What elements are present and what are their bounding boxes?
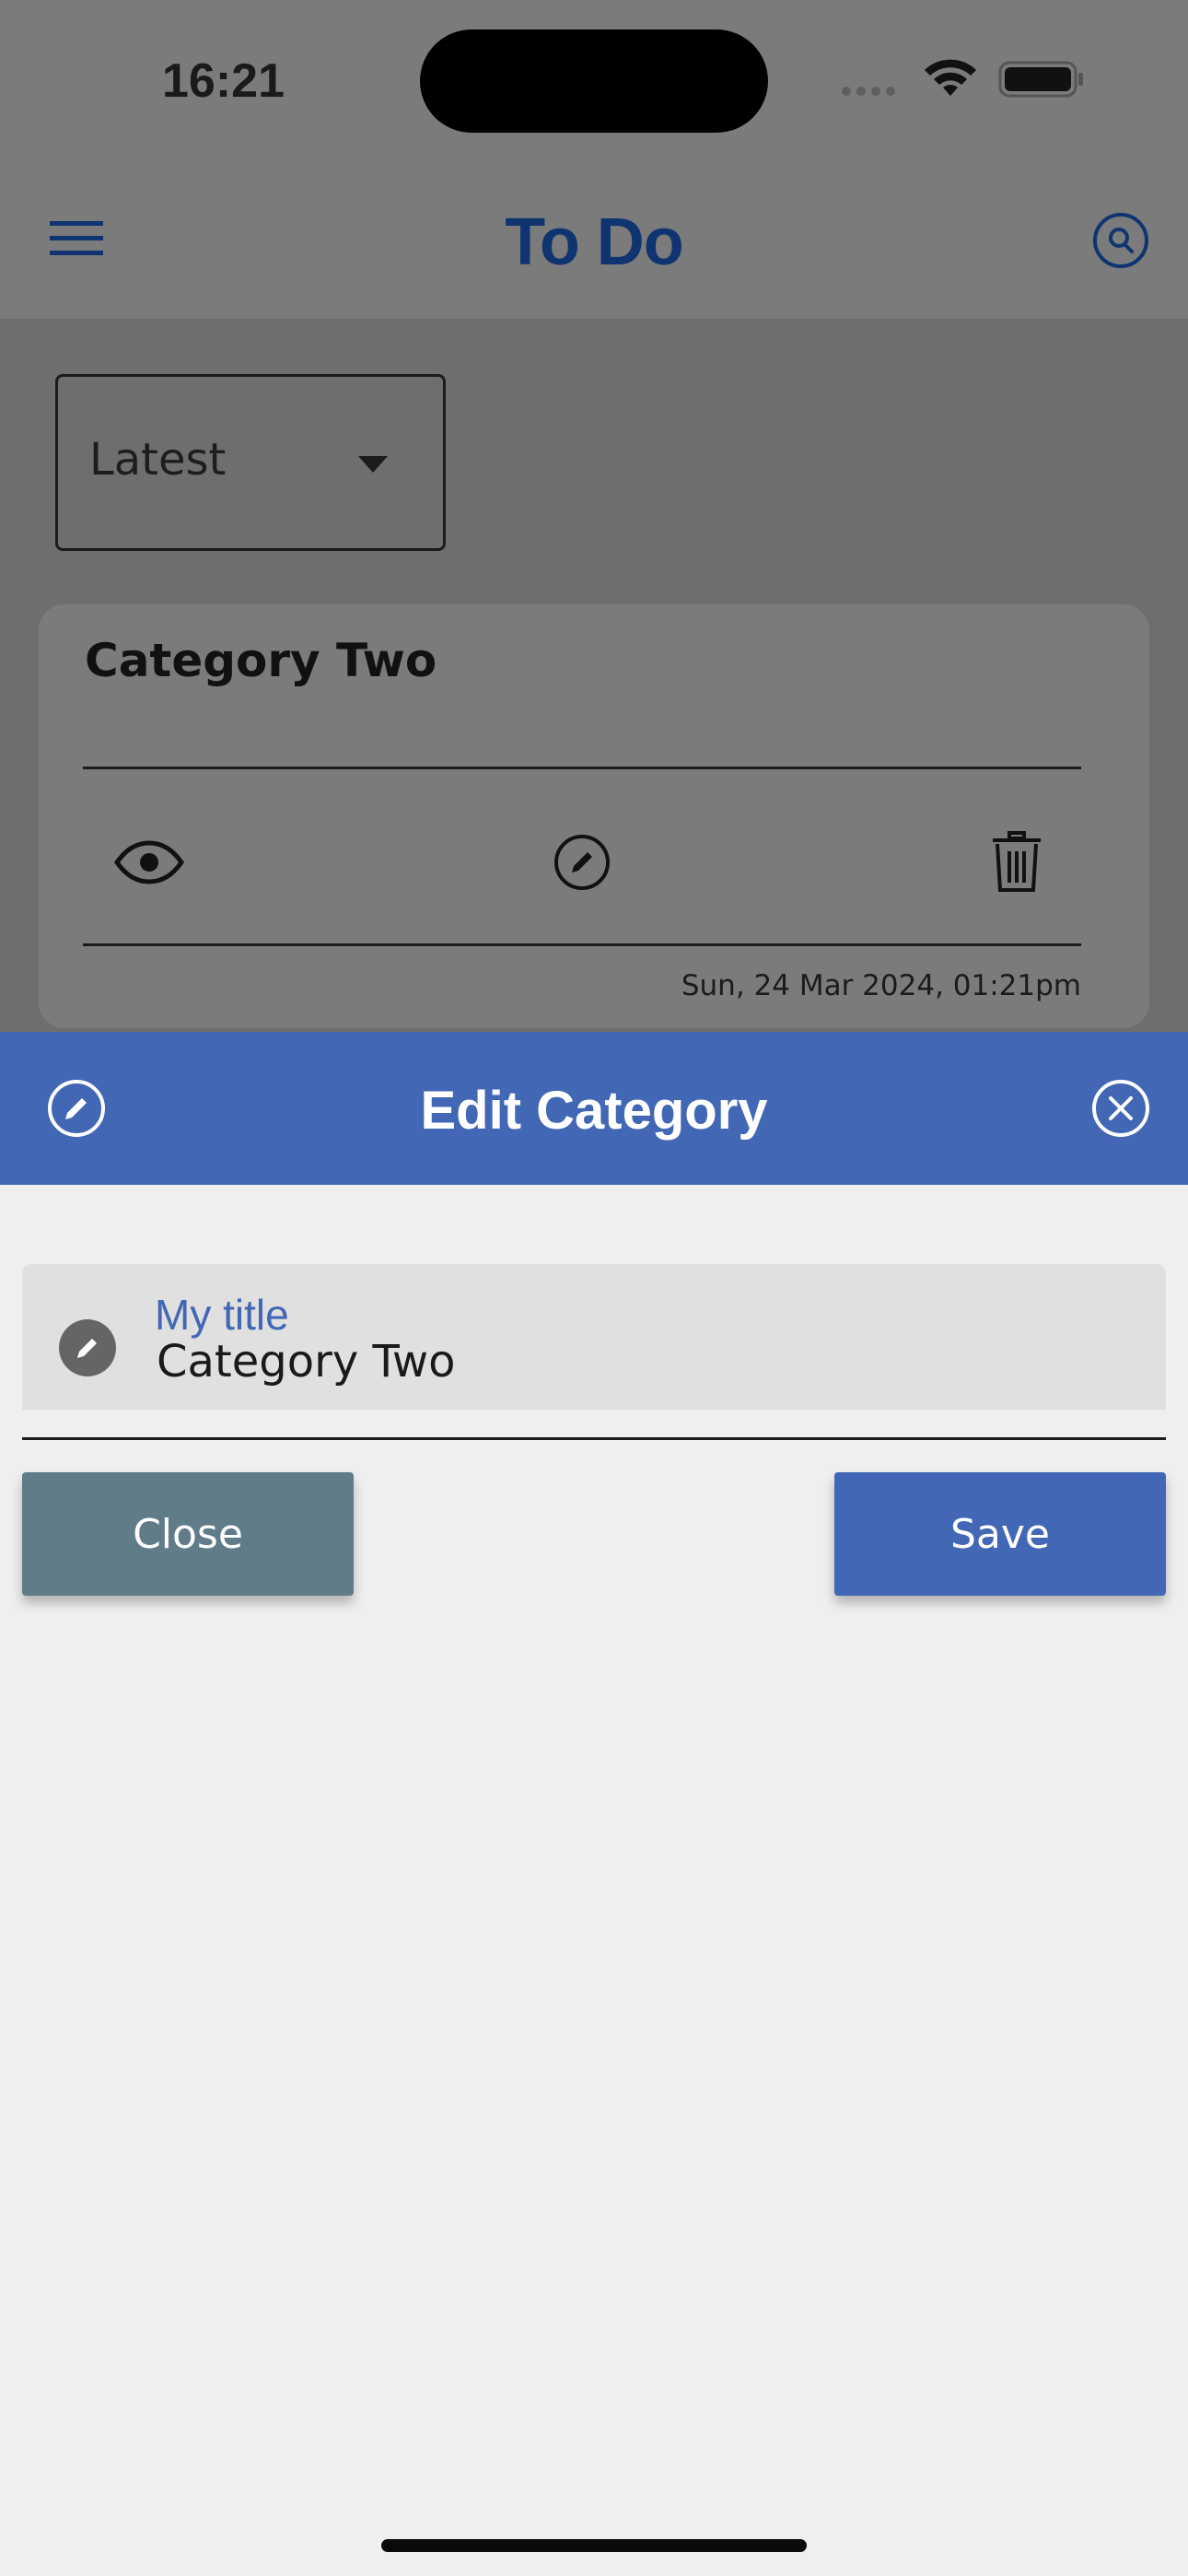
- cellular-signal-icon: [842, 87, 895, 96]
- battery-icon: [998, 61, 1083, 98]
- trash-icon: [993, 831, 1041, 892]
- pencil-glyph: [77, 1339, 97, 1358]
- category-card: Category Two Sun, 24 Mar 2024, 01:21pm: [39, 604, 1149, 1028]
- wifi-icon: [925, 59, 976, 96]
- edit-icon: [554, 835, 610, 890]
- pencil-icon: [59, 1319, 116, 1376]
- sort-selected-value: Latest: [89, 434, 227, 486]
- app-title: To Do: [505, 205, 684, 279]
- edit-button[interactable]: [545, 825, 619, 899]
- dialog-body: My title Category Two Close Save: [0, 1185, 1188, 2576]
- dialog-header: Edit Category: [0, 1032, 1188, 1185]
- dropdown-caret-icon: [358, 456, 388, 473]
- home-indicator[interactable]: [381, 2539, 807, 2552]
- delete-button[interactable]: [980, 825, 1054, 899]
- app-bar: To Do: [0, 157, 1188, 319]
- close-button[interactable]: Close: [22, 1472, 354, 1596]
- dialog-title: Edit Category: [420, 1081, 768, 1141]
- eye-icon: [114, 840, 184, 884]
- card-date: Sun, 24 Mar 2024, 01:21pm: [681, 969, 1081, 1002]
- search-icon[interactable]: [1092, 212, 1149, 269]
- title-field-underline: [22, 1437, 1166, 1440]
- save-button[interactable]: Save: [834, 1472, 1166, 1596]
- card-divider-bottom: [83, 943, 1081, 946]
- title-field-label: My title: [155, 1291, 289, 1339]
- sort-dropdown[interactable]: Latest: [55, 374, 446, 551]
- status-time: 16:21: [162, 54, 285, 108]
- title-field-value[interactable]: Category Two: [157, 1336, 456, 1388]
- card-title: Category Two: [85, 634, 437, 687]
- status-bar: 16:21: [0, 0, 1188, 157]
- page-body-overlay: Latest Category Two Sun, 24 Mar 2024, 01…: [0, 319, 1188, 1032]
- dynamic-island: [420, 29, 768, 133]
- card-divider-top: [83, 767, 1081, 769]
- title-input-field[interactable]: My title Category Two: [22, 1264, 1166, 1410]
- view-button[interactable]: [112, 825, 186, 899]
- close-icon[interactable]: [1090, 1078, 1151, 1139]
